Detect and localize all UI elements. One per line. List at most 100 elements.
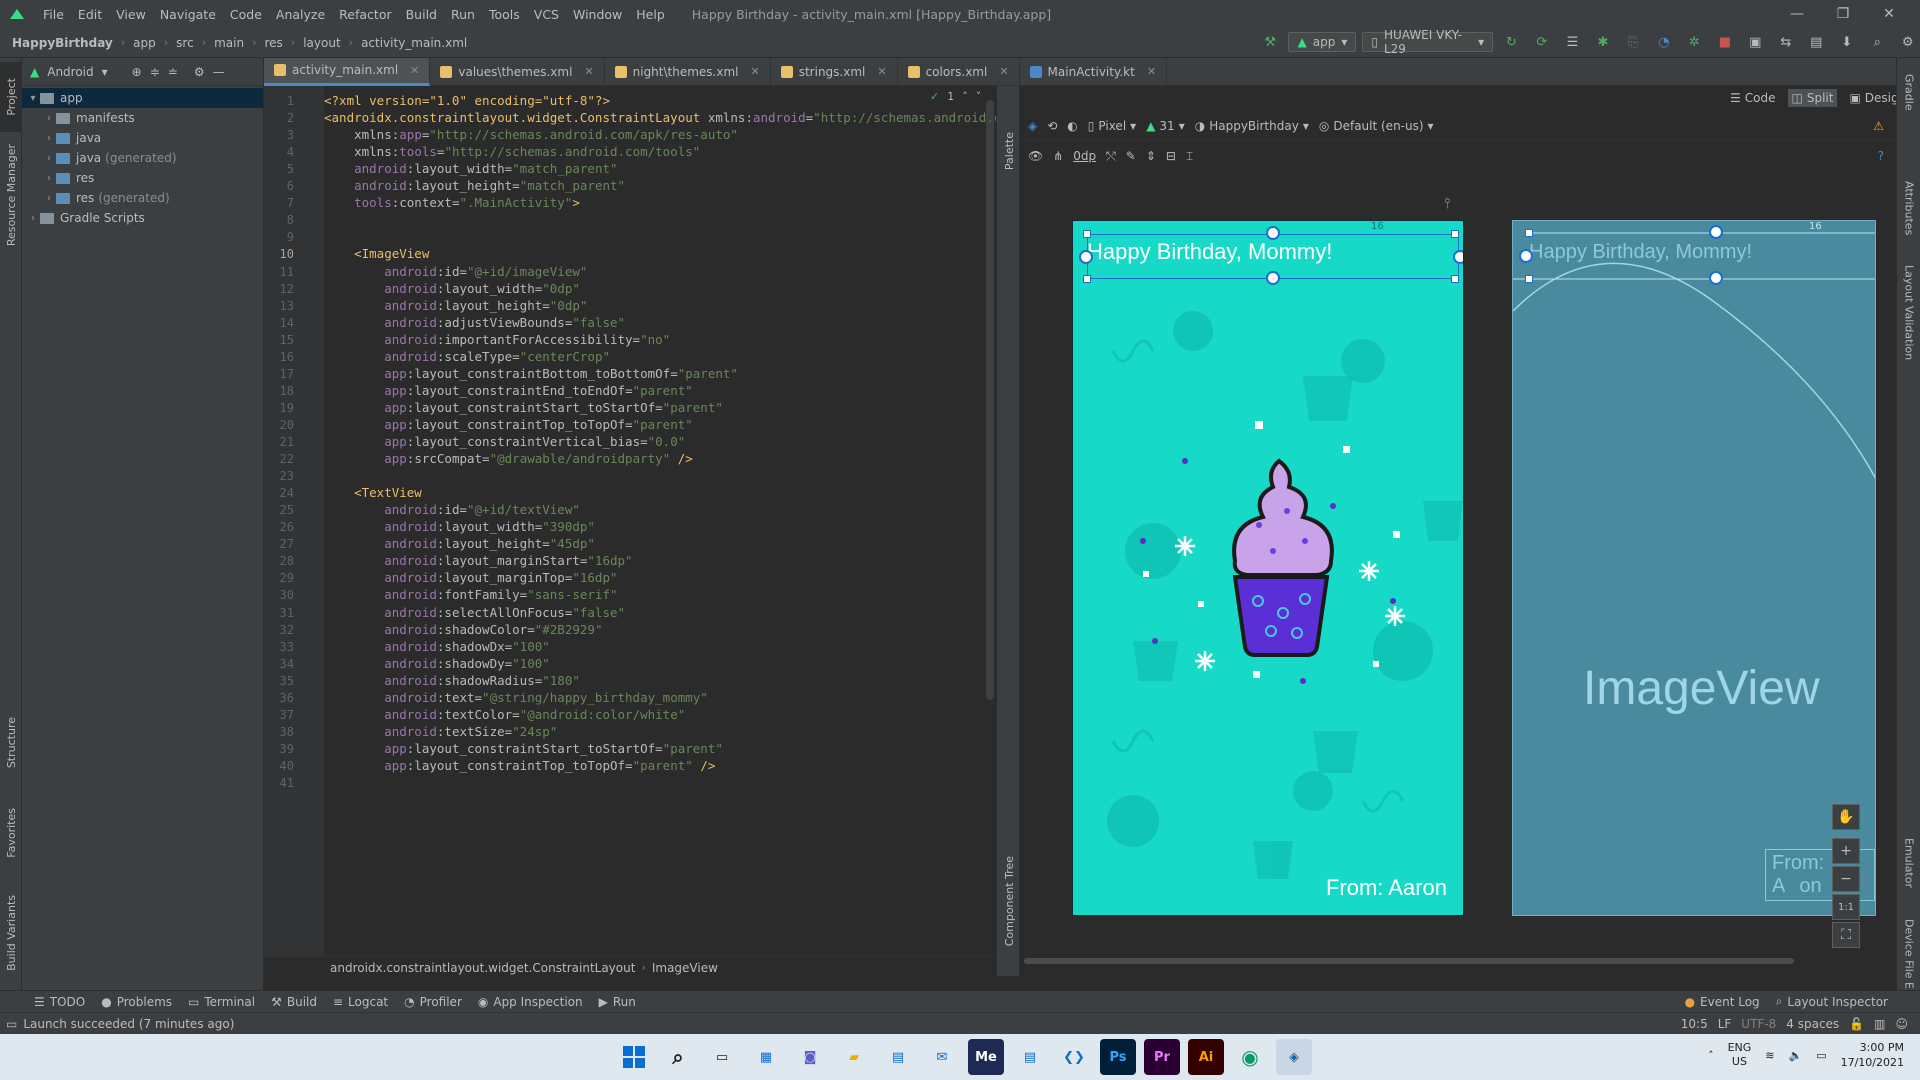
code-line[interactable]: android:layout_width="390dp" [324,519,595,534]
tree-item[interactable]: › manifests [22,108,263,128]
editor-tab[interactable]: colors.xml ✕ [898,57,1020,86]
code-line[interactable]: <TextView [324,485,422,500]
tree-item[interactable]: › java [22,128,263,148]
tool-window-profiler[interactable]: ◔ Profiler [396,995,470,1009]
wifi-icon[interactable]: ≋ [1765,1049,1774,1062]
code-line[interactable]: android:textColor="@android:color/white" [324,707,685,722]
pan-button[interactable]: ✋ [1832,804,1860,830]
minimize-button[interactable]: — [1774,0,1820,28]
code-line[interactable]: android:layout_marginTop="16dp" [324,570,617,585]
line-separator[interactable]: LF [1718,1017,1732,1031]
locate-icon[interactable]: ⊕ [132,65,142,79]
component-tree-tab[interactable]: Component Tree [997,846,1021,956]
collapse-all-icon[interactable]: ≐ [168,65,178,79]
tree-item[interactable]: › res [22,168,263,188]
zoom-in-button[interactable]: + [1832,838,1860,864]
code-line[interactable]: xmlns:tools="http://schemas.android.com/… [324,144,700,159]
task-view-icon[interactable]: ▭ [704,1039,740,1075]
blueprint-title-text[interactable]: Happy Birthday, Mommy! [1529,241,1752,264]
close-icon[interactable]: ✕ [410,64,419,77]
code-line[interactable]: android:textSize="24sp" [324,724,557,739]
code-line[interactable]: android:layout_height="0dp" [324,298,587,313]
code-line[interactable]: app:layout_constraintTop_toTopOf="parent… [324,758,715,773]
design-preview[interactable]: Happy Birthday, Mommy! From: Aaron 16 [1072,220,1464,916]
breadcrumb-item[interactable]: res [262,36,284,50]
code-line[interactable]: <?xml version="1.0" encoding="utf-8"?> [324,93,610,108]
code-line[interactable]: <androidx.constraintlayout.widget.Constr… [324,110,996,125]
zoom-fit-button[interactable]: ⛶ [1832,922,1860,948]
breadcrumb-item[interactable]: src [174,36,196,50]
close-icon[interactable]: ✕ [751,65,760,78]
clock[interactable]: 3:00 PM 17/10/2021 [1841,1040,1904,1070]
preview-from-text[interactable]: From: Aaron [1326,875,1447,901]
menu-navigate[interactable]: Navigate [153,7,223,22]
tool-window-run[interactable]: ▶ Run [591,995,644,1009]
store-icon[interactable]: ▤ [880,1039,916,1075]
search-icon[interactable]: ⌕ [660,1039,696,1075]
code-line[interactable]: android:layout_height="match_parent" [324,178,625,193]
pack-icon[interactable]: ⇕ [1146,149,1156,163]
breadcrumb-item[interactable]: layout [301,36,342,50]
resize-handle[interactable] [1451,230,1459,238]
code-line[interactable]: android:shadowRadius="180" [324,673,580,688]
avd-icon[interactable]: ▤ [1809,34,1823,50]
stop-icon[interactable]: ■ [1718,34,1732,50]
resize-handle[interactable] [1083,230,1091,238]
constraint-handle-start[interactable] [1079,250,1093,264]
tree-item[interactable]: › java (generated) [22,148,263,168]
tool-window-event-log[interactable]: ● Event Log [1677,995,1768,1009]
illustrator-icon[interactable]: Ai [1188,1039,1224,1075]
code-line[interactable]: android:layout_width="match_parent" [324,161,617,176]
tree-item[interactable]: › Gradle Scripts [22,208,263,228]
run-debug-icon[interactable]: ✲ [1687,34,1701,50]
blueprint-resize-handle[interactable] [1525,229,1533,237]
theme-select[interactable]: ◑ HappyBirthday ▾ [1195,119,1309,133]
code-line[interactable]: app:layout_constraintBottom_toBottomOf="… [324,366,738,381]
locale-select[interactable]: ◎ Default (en-us) ▾ [1319,119,1434,133]
night-mode-icon[interactable]: ◐ [1067,119,1077,133]
code-line[interactable]: android:adjustViewBounds="false" [324,315,625,330]
breadcrumb-item[interactable]: HappyBirthday [10,36,115,50]
split-mode-button[interactable]: ◫ Split [1787,89,1838,107]
structure-tab[interactable]: Structure [0,708,22,778]
menu-refactor[interactable]: Refactor [332,7,398,22]
blueprint-constraint-handle[interactable] [1709,271,1723,285]
chevron-up-icon[interactable]: ˄ [1708,1049,1714,1062]
code-line[interactable]: android:layout_marginStart="16dp" [324,553,632,568]
code-line[interactable]: android:fontFamily="sans-serif" [324,587,617,602]
api-select[interactable]: ▲ 31 ▾ [1146,119,1185,133]
warning-icon[interactable]: ⚠ [1873,119,1884,133]
device-select[interactable]: ▯ Pixel ▾ [1088,119,1136,133]
volume-icon[interactable]: 🔈 [1788,1049,1802,1062]
editor-tab[interactable]: MainActivity.kt ✕ [1020,57,1168,86]
resize-handle[interactable] [1083,275,1091,283]
photoshop-icon[interactable]: Ps [1100,1039,1136,1075]
emulator-tab[interactable]: Emulator [1897,828,1920,898]
code-editor[interactable]: <?xml version="1.0" encoding="utf-8"?> <a… [324,86,996,956]
guidelines-icon[interactable]: ⌶ [1186,149,1193,164]
palette-tab[interactable]: Palette [997,116,1021,186]
list-icon[interactable]: ☰ [1565,34,1579,50]
tool-window-terminal[interactable]: ▭ Terminal [180,995,263,1009]
widgets-icon[interactable]: ▦ [748,1039,784,1075]
menu-view[interactable]: View [109,7,153,22]
indent-setting[interactable]: 4 spaces [1786,1017,1839,1031]
tree-item[interactable]: › res (generated) [22,188,263,208]
blueprint-preview[interactable]: Happy Birthday, Mommy! ImageView From: A… [1512,220,1876,916]
build-variants-tab[interactable]: Build Variants [0,888,22,978]
menu-edit[interactable]: Edit [71,7,109,22]
zoom-reset-button[interactable]: 1:1 [1832,894,1860,920]
mail-icon[interactable]: ✉ [924,1039,960,1075]
status-message[interactable]: Launch succeeded (7 minutes ago) [23,1017,234,1031]
debug-icon[interactable]: ✱ [1596,34,1610,50]
tool-window-layout-inspector[interactable]: ⌕ Layout Inspector [1768,994,1896,1009]
align-icon[interactable]: ⊟ [1166,149,1176,163]
file-explorer-icon[interactable]: ▰ [836,1039,872,1075]
device-select[interactable]: ▯ HUAWEI VKY-L29 ▾ [1362,28,1494,56]
memory-icon[interactable]: ▥ [1874,1017,1885,1031]
zoom-out-button[interactable]: − [1832,866,1860,892]
chevron-right-icon[interactable]: › [26,213,40,224]
editor-tab[interactable]: values\themes.xml ✕ [430,57,605,86]
menu-analyze[interactable]: Analyze [269,7,332,22]
close-icon[interactable]: ✕ [1147,65,1156,78]
